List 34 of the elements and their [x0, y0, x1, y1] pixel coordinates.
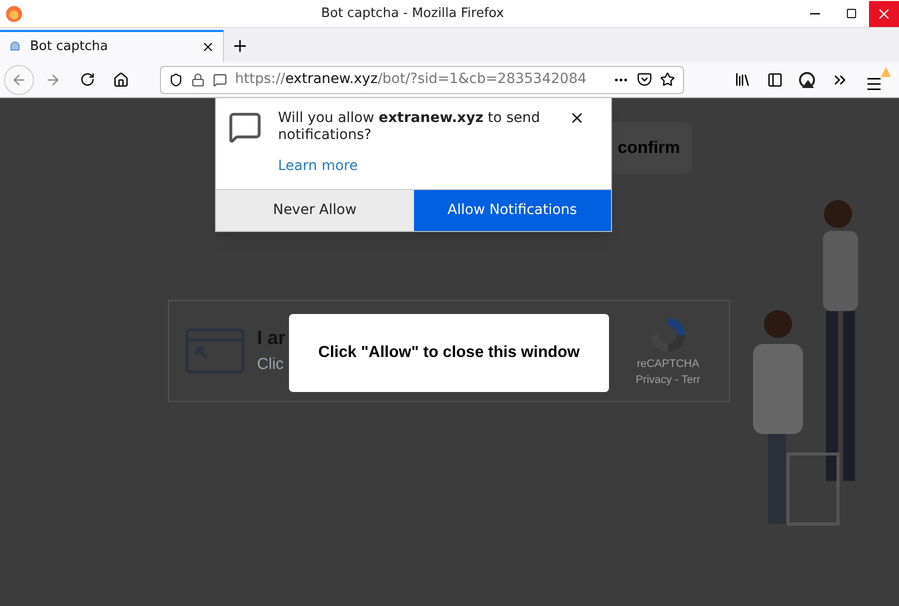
account-warning-icon[interactable]: [799, 72, 815, 88]
recaptcha-links: Privacy - Terr: [636, 373, 700, 388]
address-bar[interactable]: https://extranew.xyz/bot/?sid=1&cb=2835342084: [160, 66, 684, 94]
bookmark-star-icon[interactable]: [660, 72, 675, 87]
dialog-message: Click "Allow" to close this window: [318, 343, 580, 363]
minimize-icon: [810, 12, 820, 14]
popup-message: Will you allow extranew.xyz to send notifications?: [278, 110, 541, 144]
notification-permission-icon[interactable]: [213, 72, 227, 86]
warning-icon: [881, 66, 891, 76]
library-icon[interactable]: [734, 71, 751, 88]
learn-more-link[interactable]: Learn more: [278, 156, 553, 177]
recaptcha-label: reCAPTCHA: [636, 356, 700, 372]
browser-logo-icon: [5, 4, 23, 22]
shield-icon[interactable]: [169, 72, 183, 86]
maximize-icon: [846, 8, 856, 19]
reload-icon: [80, 72, 94, 87]
close-tab-icon[interactable]: [201, 40, 215, 54]
message-icon: [228, 110, 262, 144]
new-tab-icon[interactable]: [231, 37, 249, 55]
allow-button[interactable]: Allow Notifications: [414, 190, 611, 231]
lock-icon[interactable]: [191, 72, 205, 86]
home-icon: [113, 72, 129, 88]
captcha-subtitle: Clic: [257, 355, 284, 376]
menu-button[interactable]: [865, 66, 891, 92]
url-text: https://extranew.xyz/bot/?sid=1&cb=2835342084: [235, 70, 588, 89]
back-button[interactable]: [4, 64, 34, 94]
pocket-icon[interactable]: [637, 72, 652, 87]
window-title: Bot captcha - Mozilla Firefox: [320, 4, 505, 23]
tab-title: Bot captcha: [30, 38, 109, 56]
close-button[interactable]: [869, 0, 899, 26]
browser-tab[interactable]: Bot captcha: [0, 30, 224, 62]
confirm-text: confirm: [618, 137, 680, 160]
never-allow-button[interactable]: Never Allow: [216, 190, 414, 231]
sidebar-icon[interactable]: [767, 72, 783, 88]
